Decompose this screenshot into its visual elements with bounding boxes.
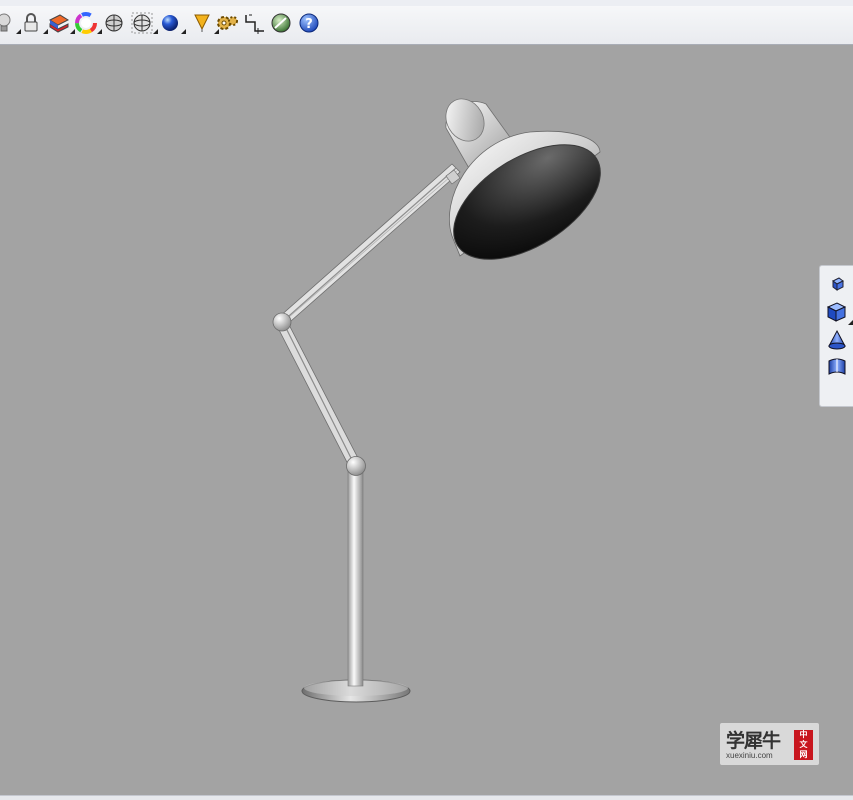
gear-settings-icon[interactable] (215, 10, 239, 36)
box-small-icon[interactable] (825, 273, 849, 297)
lock-icon[interactable] (21, 10, 48, 36)
standard-toolbar: ? (0, 6, 853, 45)
watermark-logo: 学犀牛 xuexiniu.com 中文网 (720, 723, 819, 765)
cone-icon[interactable] (825, 328, 849, 352)
box-solid-icon[interactable] (825, 300, 853, 325)
dimension-icon[interactable] (243, 10, 267, 36)
help-icon[interactable]: ? (298, 10, 322, 36)
svg-text:?: ? (305, 17, 313, 32)
watermark-seal-text: 中文网 (799, 730, 808, 759)
status-strip (0, 795, 853, 800)
perspective-viewport[interactable] (0, 45, 853, 795)
cylinder-surface-icon[interactable] (825, 355, 849, 379)
sphere-ghosted-icon[interactable] (131, 10, 158, 36)
watermark-seal: 中文网 (794, 730, 813, 760)
watermark-title: 学犀牛 (726, 730, 781, 752)
globe-render-icon[interactable] (270, 10, 294, 36)
light-cone-icon[interactable] (192, 10, 219, 36)
layer-color-icon[interactable] (48, 10, 75, 36)
lightbulb-icon[interactable] (0, 10, 21, 36)
sphere-wireframe-icon[interactable] (103, 10, 127, 36)
desk-lamp-model (272, 98, 601, 703)
watermark-url: xuexiniu.com (726, 751, 773, 760)
color-wheel-icon[interactable] (75, 10, 102, 36)
side-toolbar (819, 265, 853, 407)
sphere-render-icon[interactable] (159, 10, 186, 36)
